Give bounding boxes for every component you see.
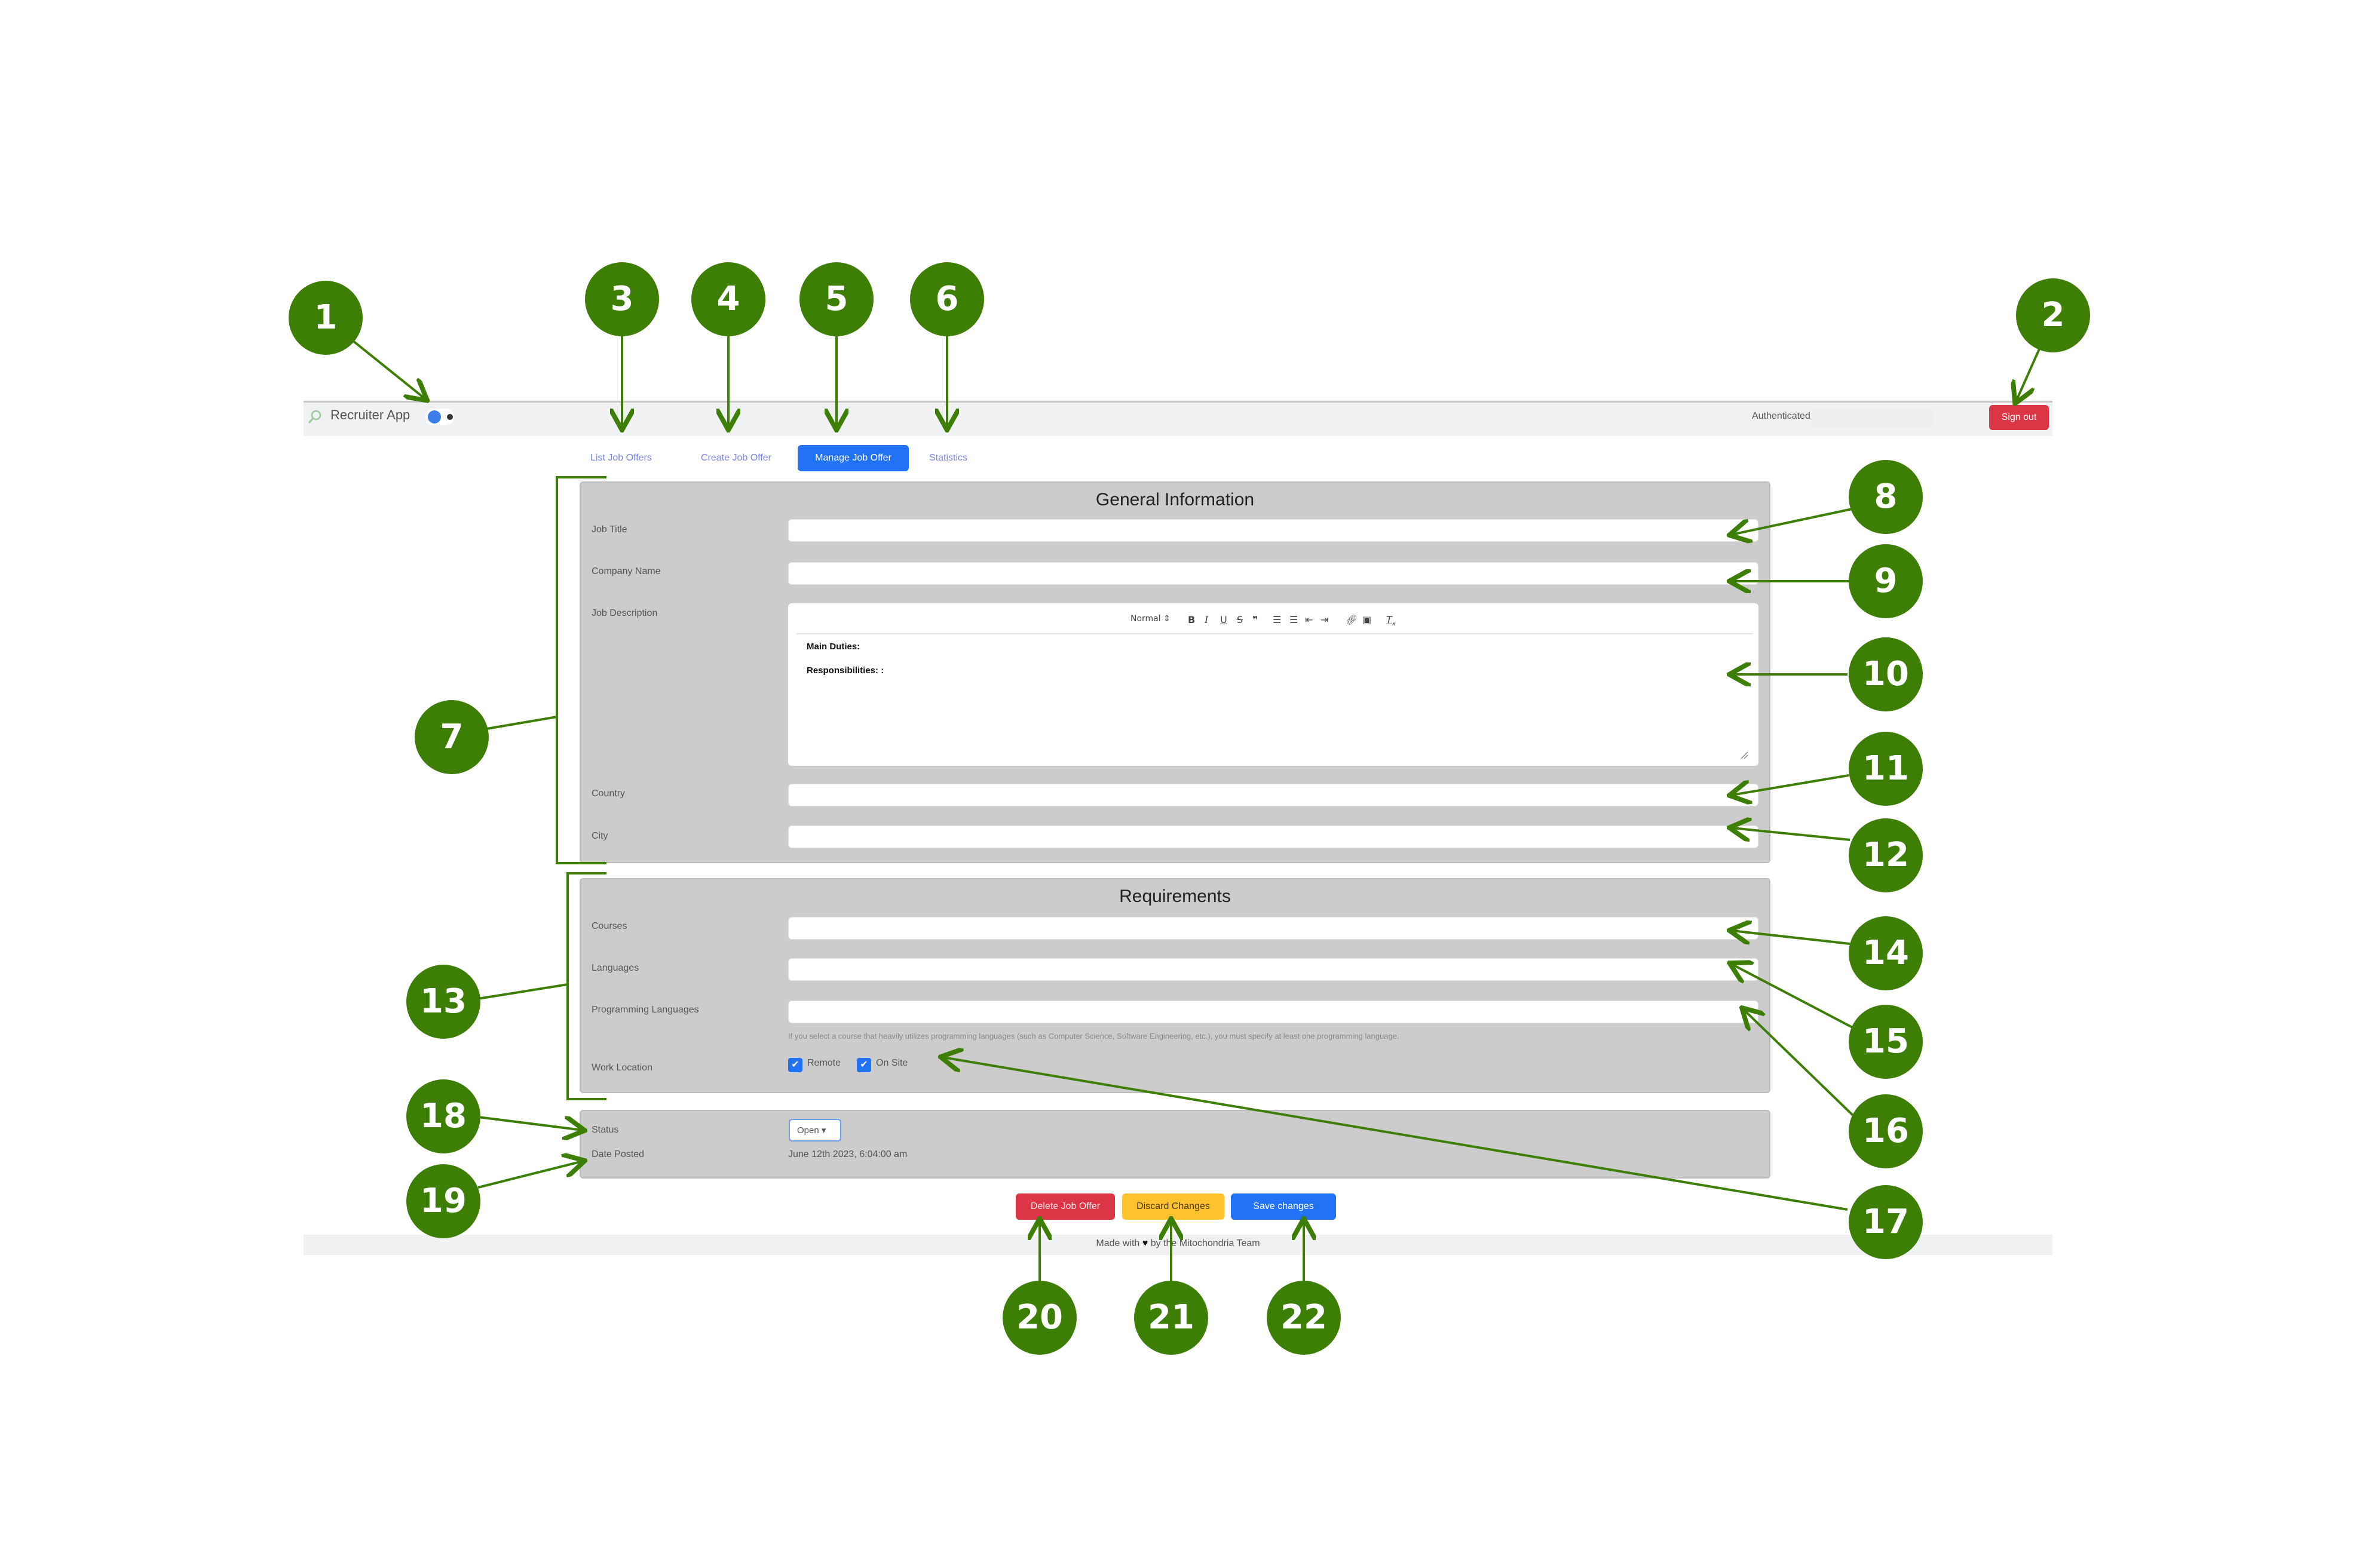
annotation-line-7 bbox=[486, 716, 557, 730]
annotation-badge-17: 17 bbox=[1849, 1185, 1923, 1259]
annotation-line-12 bbox=[1732, 828, 1850, 840]
annotation-bracket-7 bbox=[556, 476, 606, 864]
annotation-line-18 bbox=[477, 1116, 583, 1130]
annotation-badge-2: 2 bbox=[2016, 278, 2090, 352]
annotation-badge-9: 9 bbox=[1849, 544, 1923, 618]
annotation-badge-10: 10 bbox=[1849, 637, 1923, 711]
annotation-badge-6: 6 bbox=[910, 262, 984, 336]
annotation-badge-4: 4 bbox=[691, 262, 765, 336]
annotation-badge-15: 15 bbox=[1849, 1005, 1923, 1079]
annotation-line-14 bbox=[1732, 931, 1850, 945]
annotation-badge-7: 7 bbox=[415, 700, 489, 774]
annotation-line-2 bbox=[2016, 347, 2041, 401]
annotation-line-1 bbox=[351, 339, 425, 399]
annotation-badge-13: 13 bbox=[406, 965, 480, 1039]
annotation-line-17 bbox=[943, 1057, 1848, 1211]
annotation-badge-3: 3 bbox=[585, 262, 659, 336]
annotation-line-16 bbox=[1744, 1009, 1856, 1118]
annotation-badge-22: 22 bbox=[1267, 1281, 1341, 1355]
annotation-badge-19: 19 bbox=[406, 1164, 480, 1238]
annotation-line-13 bbox=[477, 983, 568, 1000]
annotation-badge-5: 5 bbox=[799, 262, 874, 336]
annotation-badge-12: 12 bbox=[1849, 818, 1923, 892]
annotation-badge-14: 14 bbox=[1849, 916, 1923, 990]
annotation-badge-21: 21 bbox=[1134, 1281, 1208, 1355]
annotation-line-11 bbox=[1732, 774, 1849, 795]
annotation-badge-18: 18 bbox=[406, 1079, 480, 1153]
annotation-bracket-13 bbox=[566, 872, 606, 1100]
annotation-line-15 bbox=[1732, 964, 1855, 1030]
annotation-line-8 bbox=[1732, 508, 1853, 535]
annotation-badge-11: 11 bbox=[1849, 732, 1923, 806]
annotation-badge-1: 1 bbox=[289, 281, 363, 355]
annotation-badge-20: 20 bbox=[1003, 1281, 1077, 1355]
annotation-badge-8: 8 bbox=[1849, 460, 1923, 534]
annotation-line-19 bbox=[477, 1161, 583, 1189]
annotation-badge-16: 16 bbox=[1849, 1094, 1923, 1168]
